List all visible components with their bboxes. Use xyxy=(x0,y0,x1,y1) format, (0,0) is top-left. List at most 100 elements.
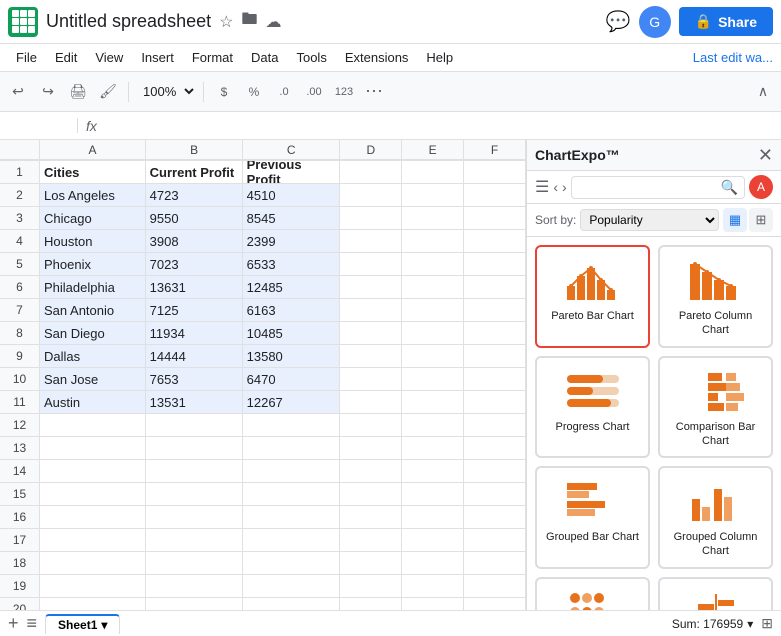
empty-cell[interactable] xyxy=(464,598,526,610)
empty-cell[interactable] xyxy=(402,529,464,551)
empty-cell[interactable] xyxy=(464,575,526,597)
cell-b10[interactable]: 7653 xyxy=(146,368,243,390)
folder-icon[interactable]: 🖿 xyxy=(241,8,257,35)
cell-a4[interactable]: Houston xyxy=(40,230,146,252)
cell-c19[interactable] xyxy=(243,575,340,597)
cell-reference-input[interactable]: A2:A11 xyxy=(8,118,78,133)
menu-tools[interactable]: Tools xyxy=(288,46,334,69)
cell-c9[interactable]: 13580 xyxy=(243,345,340,367)
chat-icon[interactable]: 💬 xyxy=(606,9,631,34)
chart-card-comparison-bar[interactable]: Comparison Bar Chart xyxy=(658,356,773,459)
cell-a14[interactable] xyxy=(40,460,146,482)
chart-card-grouped-bar[interactable]: Grouped Bar Chart xyxy=(535,466,650,569)
decimal-increase-button[interactable]: .00 xyxy=(300,78,328,106)
empty-cell[interactable] xyxy=(340,299,402,321)
empty-cell[interactable] xyxy=(464,276,526,298)
add-column-button[interactable]: ⊞ xyxy=(761,615,773,632)
search-icon[interactable]: 🔍 xyxy=(721,179,738,196)
cell-b4[interactable]: 3908 xyxy=(146,230,243,252)
empty-cell[interactable] xyxy=(402,552,464,574)
cell-a13[interactable] xyxy=(40,437,146,459)
cell-c10[interactable]: 6470 xyxy=(243,368,340,390)
cell-c6[interactable]: 12485 xyxy=(243,276,340,298)
empty-cell[interactable] xyxy=(464,391,526,413)
cell-a11[interactable]: Austin xyxy=(40,391,146,413)
col-header-b[interactable]: B xyxy=(146,140,243,160)
cell-b7[interactable]: 7125 xyxy=(146,299,243,321)
empty-cell[interactable] xyxy=(464,253,526,275)
cell-a1[interactable]: Cities xyxy=(40,161,146,183)
cell-a9[interactable]: Dallas xyxy=(40,345,146,367)
empty-cell[interactable] xyxy=(340,391,402,413)
cell-c17[interactable] xyxy=(243,529,340,551)
cell-c1[interactable]: Previous Profit xyxy=(243,161,340,183)
empty-cell[interactable] xyxy=(464,345,526,367)
empty-cell[interactable] xyxy=(340,437,402,459)
nav-forward-button[interactable]: › xyxy=(562,179,567,195)
cell-b2[interactable]: 4723 xyxy=(146,184,243,206)
empty-cell[interactable] xyxy=(340,207,402,229)
menu-edit[interactable]: Edit xyxy=(47,46,85,69)
cell-b1[interactable]: Current Profit xyxy=(146,161,243,183)
cell-c3[interactable]: 8545 xyxy=(243,207,340,229)
empty-cell[interactable] xyxy=(464,506,526,528)
empty-cell[interactable] xyxy=(340,161,402,183)
cell-c15[interactable] xyxy=(243,483,340,505)
menu-file[interactable]: File xyxy=(8,46,45,69)
collapse-toolbar-button[interactable]: ∧ xyxy=(749,78,777,106)
cell-b17[interactable] xyxy=(146,529,243,551)
sort-select[interactable]: Popularity Name Recent xyxy=(580,209,719,231)
menu-view[interactable]: View xyxy=(87,46,131,69)
empty-cell[interactable] xyxy=(340,322,402,344)
cell-b11[interactable]: 13531 xyxy=(146,391,243,413)
share-button[interactable]: 🔒 Share xyxy=(679,7,773,36)
cell-a6[interactable]: Philadelphia xyxy=(40,276,146,298)
empty-cell[interactable] xyxy=(464,368,526,390)
menu-extensions[interactable]: Extensions xyxy=(337,46,417,69)
cell-c2[interactable]: 4510 xyxy=(243,184,340,206)
empty-cell[interactable] xyxy=(340,598,402,610)
empty-cell[interactable] xyxy=(340,345,402,367)
empty-cell[interactable] xyxy=(340,483,402,505)
redo-button[interactable]: ↪ xyxy=(34,78,62,106)
add-sheet-button[interactable]: + xyxy=(8,613,19,634)
empty-cell[interactable] xyxy=(402,506,464,528)
cell-b3[interactable]: 9550 xyxy=(146,207,243,229)
empty-cell[interactable] xyxy=(402,299,464,321)
empty-cell[interactable] xyxy=(402,345,464,367)
decimal-decrease-button[interactable]: .0 xyxy=(270,78,298,106)
cell-a15[interactable] xyxy=(40,483,146,505)
empty-cell[interactable] xyxy=(464,529,526,551)
cell-a2[interactable]: Los Angeles xyxy=(40,184,146,206)
cell-c20[interactable] xyxy=(243,598,340,610)
cell-c14[interactable] xyxy=(243,460,340,482)
cell-b8[interactable]: 11934 xyxy=(146,322,243,344)
empty-cell[interactable] xyxy=(340,552,402,574)
star-icon[interactable]: ☆ xyxy=(219,12,233,32)
empty-cell[interactable] xyxy=(340,253,402,275)
col-header-e[interactable]: E xyxy=(402,140,464,160)
empty-cell[interactable] xyxy=(402,230,464,252)
empty-cell[interactable] xyxy=(464,184,526,206)
menu-lines-icon[interactable]: ☰ xyxy=(535,177,549,197)
cell-a16[interactable] xyxy=(40,506,146,528)
paint-format-button[interactable]: 🖌 xyxy=(94,78,122,106)
empty-cell[interactable] xyxy=(464,483,526,505)
empty-cell[interactable] xyxy=(340,529,402,551)
empty-cell[interactable] xyxy=(402,437,464,459)
empty-cell[interactable] xyxy=(340,276,402,298)
empty-cell[interactable] xyxy=(464,230,526,252)
cell-a5[interactable]: Phoenix xyxy=(40,253,146,275)
empty-cell[interactable] xyxy=(402,414,464,436)
empty-cell[interactable] xyxy=(340,414,402,436)
col-header-a[interactable]: A xyxy=(40,140,146,160)
empty-cell[interactable] xyxy=(402,253,464,275)
menu-insert[interactable]: Insert xyxy=(133,46,182,69)
cell-b5[interactable]: 7023 xyxy=(146,253,243,275)
category-view-button[interactable]: ⊞ xyxy=(749,208,773,232)
empty-cell[interactable] xyxy=(464,207,526,229)
chart-card-sm-comparison[interactable]: SM Comparison Chart xyxy=(535,577,650,610)
last-edit-link[interactable]: Last edit wa... xyxy=(693,50,773,65)
empty-cell[interactable] xyxy=(340,184,402,206)
empty-cell[interactable] xyxy=(340,368,402,390)
